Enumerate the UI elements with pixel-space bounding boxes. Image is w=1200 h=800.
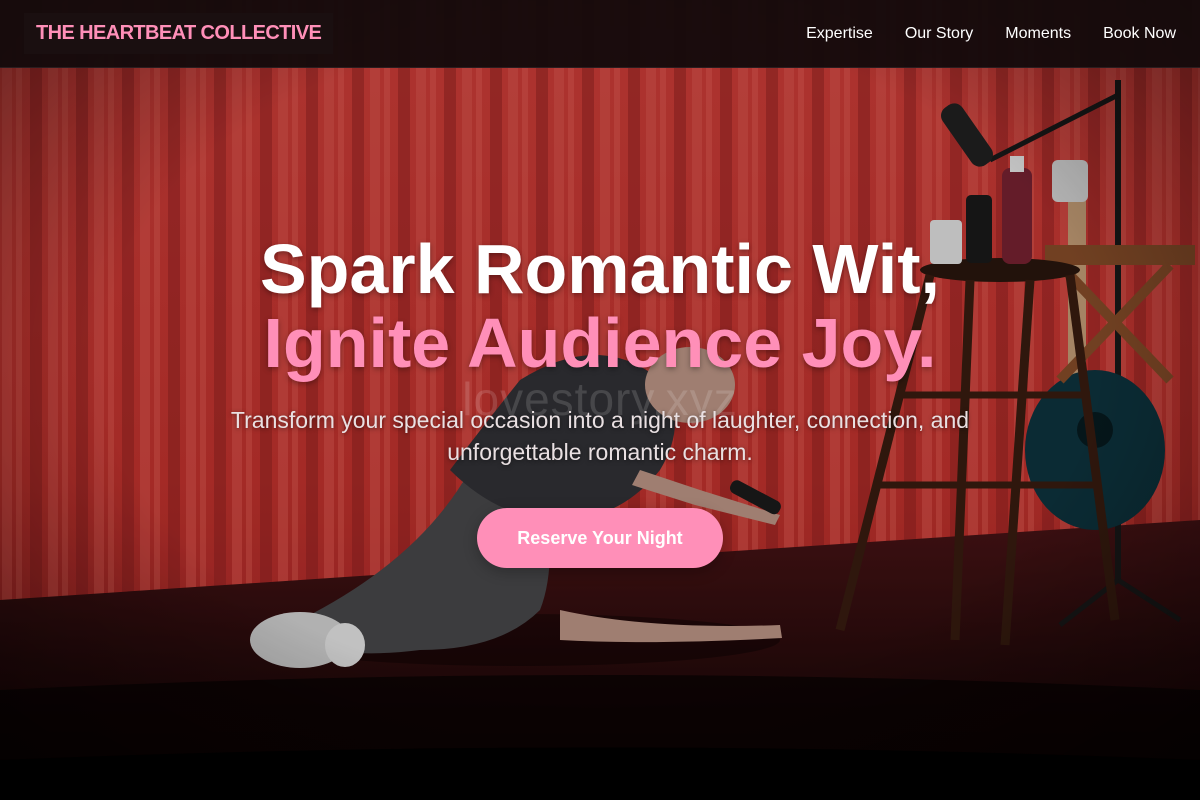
reserve-night-button[interactable]: Reserve Your Night — [477, 508, 723, 568]
headline-line-2: Ignite Audience Joy. — [263, 304, 937, 382]
hero-section: Spark Romantic Wit, Ignite Audience Joy.… — [0, 232, 1200, 568]
nav-link-moments[interactable]: Moments — [1005, 25, 1071, 43]
landing-page: THE HEARTBEAT COLLECTIVE Expertise Our S… — [0, 0, 1200, 800]
hero-headline: Spark Romantic Wit, Ignite Audience Joy. — [0, 232, 1200, 380]
nav-link-our-story[interactable]: Our Story — [905, 25, 973, 43]
nav-link-book-now[interactable]: Book Now — [1103, 25, 1176, 43]
hero-subtitle: Transform your special occasion into a n… — [230, 407, 970, 465]
headline-line-1: Spark Romantic Wit, — [259, 230, 941, 308]
brand-logo[interactable]: THE HEARTBEAT COLLECTIVE — [24, 13, 334, 54]
nav-link-expertise[interactable]: Expertise — [806, 25, 873, 43]
nav-links: Expertise Our Story Moments Book Now — [806, 25, 1176, 43]
top-navbar: THE HEARTBEAT COLLECTIVE Expertise Our S… — [0, 0, 1200, 68]
